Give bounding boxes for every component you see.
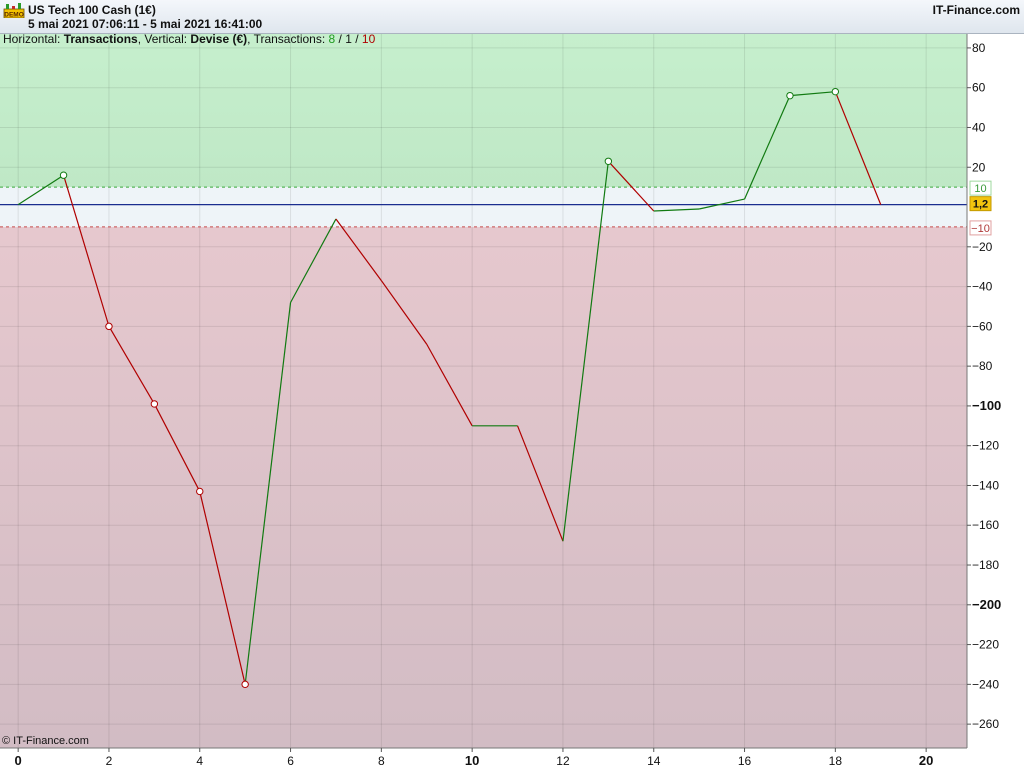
- data-point: [831, 87, 840, 96]
- data-point: [105, 322, 113, 331]
- neutral-band: [0, 187, 967, 227]
- profit-zone: [0, 34, 967, 188]
- x-tick-label: 18: [829, 754, 843, 768]
- separator: /: [335, 32, 346, 46]
- data-point: [196, 487, 204, 496]
- y-tick-label: −40: [972, 280, 993, 294]
- y-tick-label: 20: [972, 160, 986, 174]
- horizontal-label: Horizontal:: [3, 32, 64, 46]
- losses-count: 10: [361, 32, 376, 46]
- x-tick-label: 14: [647, 754, 661, 768]
- equity-chart: 80604020−20−40−60−80−100−120−140−160−180…: [0, 34, 1024, 768]
- x-tick-label: 10: [465, 753, 479, 768]
- chart-header: DEMO US Tech 100 Cash (1€) 5 mai 2021 07…: [0, 0, 1024, 34]
- data-point: [604, 157, 613, 165]
- y-tick-label: 80: [972, 41, 986, 55]
- y-tick-label: −220: [972, 638, 999, 652]
- x-tick-label: 20: [919, 753, 933, 768]
- y-tick-label: 60: [972, 81, 986, 95]
- separator: /: [351, 32, 362, 46]
- instrument-title: US Tech 100 Cash (1€): [28, 3, 156, 17]
- current-value-label: 1,2: [973, 199, 988, 211]
- x-tick-label: 2: [106, 754, 113, 768]
- svg-text:DEMO: DEMO: [4, 12, 24, 19]
- y-tick-label: −200: [972, 597, 1001, 612]
- data-point: [241, 680, 249, 689]
- loss-zone: [0, 226, 967, 749]
- x-tick-label: 0: [15, 753, 22, 768]
- y-tick-label: −240: [972, 677, 999, 691]
- chart-info: Horizontal: Transactions, Vertical: Devi…: [3, 32, 375, 46]
- upper-threshold-label: 10: [974, 183, 986, 195]
- x-tick-label: 8: [378, 754, 385, 768]
- date-range: 5 mai 2021 07:06:11 - 5 mai 2021 16:41:0…: [28, 17, 263, 31]
- transactions-label: , Transactions:: [247, 32, 329, 46]
- y-tick-label: −160: [972, 518, 999, 532]
- x-axis-panel: [0, 748, 1024, 768]
- y-tick-label: −60: [972, 319, 993, 333]
- data-point: [59, 171, 68, 179]
- demo-icon: DEMO: [3, 3, 25, 18]
- y-tick-label: −100: [972, 398, 1001, 413]
- y-tick-label: −140: [972, 478, 999, 492]
- lower-threshold-label: −10: [971, 223, 990, 235]
- x-tick-label: 6: [287, 754, 294, 768]
- data-point: [150, 400, 159, 408]
- y-tick-label: −260: [972, 717, 999, 731]
- horizontal-value: Transactions: [63, 32, 138, 46]
- vertical-value: Devise (€): [190, 32, 248, 46]
- y-tick-label: −20: [972, 240, 993, 254]
- brand-label: IT-Finance.com: [932, 3, 1020, 17]
- vertical-label: , Vertical:: [137, 32, 191, 46]
- copyright: © IT-Finance.com: [2, 735, 89, 747]
- data-point: [786, 91, 794, 100]
- neutral-count: 1: [345, 32, 352, 46]
- x-tick-label: 16: [738, 754, 752, 768]
- x-tick-label: 12: [556, 754, 570, 768]
- y-tick-label: −80: [972, 359, 993, 373]
- y-tick-label: −120: [972, 439, 999, 453]
- y-tick-label: 40: [972, 120, 986, 134]
- x-tick-label: 4: [196, 754, 203, 768]
- y-tick-label: −180: [972, 558, 999, 572]
